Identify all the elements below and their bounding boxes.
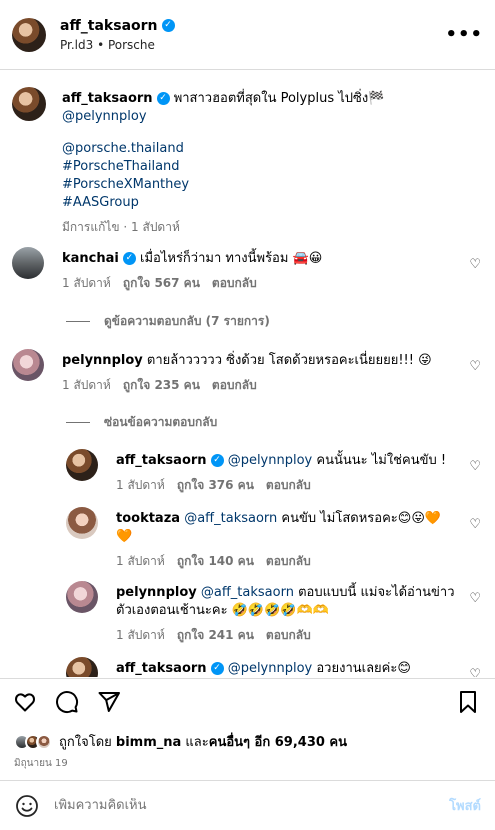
heart-icon[interactable]: ♡ [469,359,481,374]
reply-likes[interactable]: ถูกใจ 140 คน [177,554,254,568]
replier-avatar[interactable] [66,581,98,613]
reply-button[interactable]: ตอบกลับ [212,378,257,392]
post-button[interactable]: โพสต์ [449,795,481,816]
comment-likes[interactable]: ถูกใจ 567 คน [123,276,200,290]
replier-avatar[interactable] [66,507,98,539]
comment-input[interactable] [54,798,450,813]
reply-likes[interactable]: ถูกใจ 241 คน [177,628,254,642]
heart-icon[interactable]: ♡ [469,667,481,677]
replier-avatar[interactable] [66,657,98,677]
hide-replies-toggle[interactable]: ซ่อนข้อความตอบกลับ [66,413,217,432]
replier-avatar[interactable] [66,449,98,481]
reply-username[interactable]: pelynnploy [116,585,197,600]
verified-icon: ✓ [156,92,170,105]
caption-avatar[interactable] [12,87,46,121]
reply-text: คนนั้นนะ ไม่ใช่คนขับ ! [312,453,447,468]
reply-username[interactable]: tooktaza [116,511,180,526]
liker-username[interactable]: bimm_na [116,735,181,750]
commenter-avatar[interactable] [12,349,44,381]
verified-icon: ✓ [210,454,224,467]
toggle-label[interactable]: ดูข้อความตอบกลับ (7 รายการ) [104,312,270,331]
likes-summary[interactable]: ถูกใจโดย bimm_na และคนอื่นๆ อีก 69,430 ค… [14,731,347,752]
reply-likes[interactable]: ถูกใจ 376 คน [177,478,254,492]
like-heart-icon[interactable] [12,689,38,715]
commenter-avatar[interactable] [12,247,44,279]
toggle-label[interactable]: ซ่อนข้อความตอบกลับ [104,413,217,432]
post-header: aff_taksaorn ✓ Pr.ld3 • Porsche ••• [0,0,495,70]
caption-meta: มีการแก้ไข · 1 สัปดาห์ [62,220,180,234]
more-options-button[interactable]: ••• [445,24,483,45]
comment-time: 1 สัปดาห์ [62,276,111,290]
reply-button[interactable]: ตอบกลับ [266,478,311,492]
heart-icon[interactable]: ♡ [469,517,481,532]
caption-text: พาสาวฮอตที่สุดใน Polyplus ไปซิ่ง🏁 [173,91,385,106]
likes-others[interactable]: คนอื่นๆ อีก 69,430 คน [209,735,347,750]
post-date: มิถุนายน 19 [14,758,68,769]
bookmark-icon[interactable] [455,689,481,715]
emoji-icon[interactable] [14,793,40,819]
comment-text: ตายล้าววววว ซิ่งด้วย โสดด้วยหรอคะเนี่ยยย… [146,353,432,368]
owner-avatar[interactable] [12,17,46,52]
reply-mention[interactable]: @aff_taksaorn [201,585,294,600]
reply-username[interactable]: aff_taksaorn [116,453,207,468]
owner-username[interactable]: aff_taksaorn [60,18,158,34]
reply-mention[interactable]: @pelynnploy [228,453,313,468]
view-replies-toggle[interactable]: ดูข้อความตอบกลับ (7 รายการ) [66,312,270,331]
likes-prefix: ถูกใจโดย [59,735,112,750]
verified-icon: ✓ [122,252,136,265]
reply-button[interactable]: ตอบกลับ [266,628,311,642]
caption-hashtag[interactable]: #PorscheXManthey [62,176,472,194]
comments-scroll[interactable]: aff_taksaorn ✓ พาสาวฮอตที่สุดใน Polyplus … [0,71,495,677]
reply-text: อวยงานเลยค่ะ😊 [312,661,411,676]
divider [66,321,90,322]
reply-button[interactable]: ตอบกลับ [212,276,257,290]
reply-time: 1 สัปดาห์ [116,478,165,492]
reply-time: 1 สัปดาห์ [116,554,165,568]
caption-line[interactable]: @porsche.thailand [62,140,472,158]
location-subtitle[interactable]: Pr.ld3 • Porsche [60,38,445,52]
reply-mention[interactable]: @pelynnploy [228,661,313,676]
post-actions: ถูกใจโดย bimm_na และคนอื่นๆ อีก 69,430 ค… [0,678,495,769]
comment-likes[interactable]: ถูกใจ 235 คน [123,378,200,392]
reply-username[interactable]: aff_taksaorn [116,661,207,676]
comment-username[interactable]: kanchai [62,251,119,266]
caption-hashtag[interactable]: #PorscheThailand [62,158,472,176]
comment-time: 1 สัปดาห์ [62,378,111,392]
reply-mention[interactable]: @aff_taksaorn [184,511,277,526]
caption-mention[interactable]: @pelynnploy [62,109,147,124]
liker-avatar [36,733,52,750]
reply-time: 1 สัปดาห์ [116,628,165,642]
comment-text: เมื่อไหร่ก็ว่ามา ทางนี้พร้อม 🚘😀 [140,251,323,266]
heart-icon[interactable]: ♡ [469,591,481,606]
divider [66,422,90,423]
comment-bar: โพสต์ [0,780,495,830]
heart-icon[interactable]: ♡ [469,459,481,474]
verified-icon: ✓ [161,19,175,32]
heart-icon[interactable]: ♡ [469,257,481,272]
caption-hashtag[interactable]: #AASGroup [62,194,472,212]
comment-username[interactable]: pelynnploy [62,353,143,368]
caption-username[interactable]: aff_taksaorn [62,91,153,106]
share-paper-plane-icon[interactable] [96,689,122,715]
comment-bubble-icon[interactable] [54,689,80,715]
likes-mid: และ [185,735,209,750]
reply-button[interactable]: ตอบกลับ [266,554,311,568]
verified-icon: ✓ [210,662,224,675]
